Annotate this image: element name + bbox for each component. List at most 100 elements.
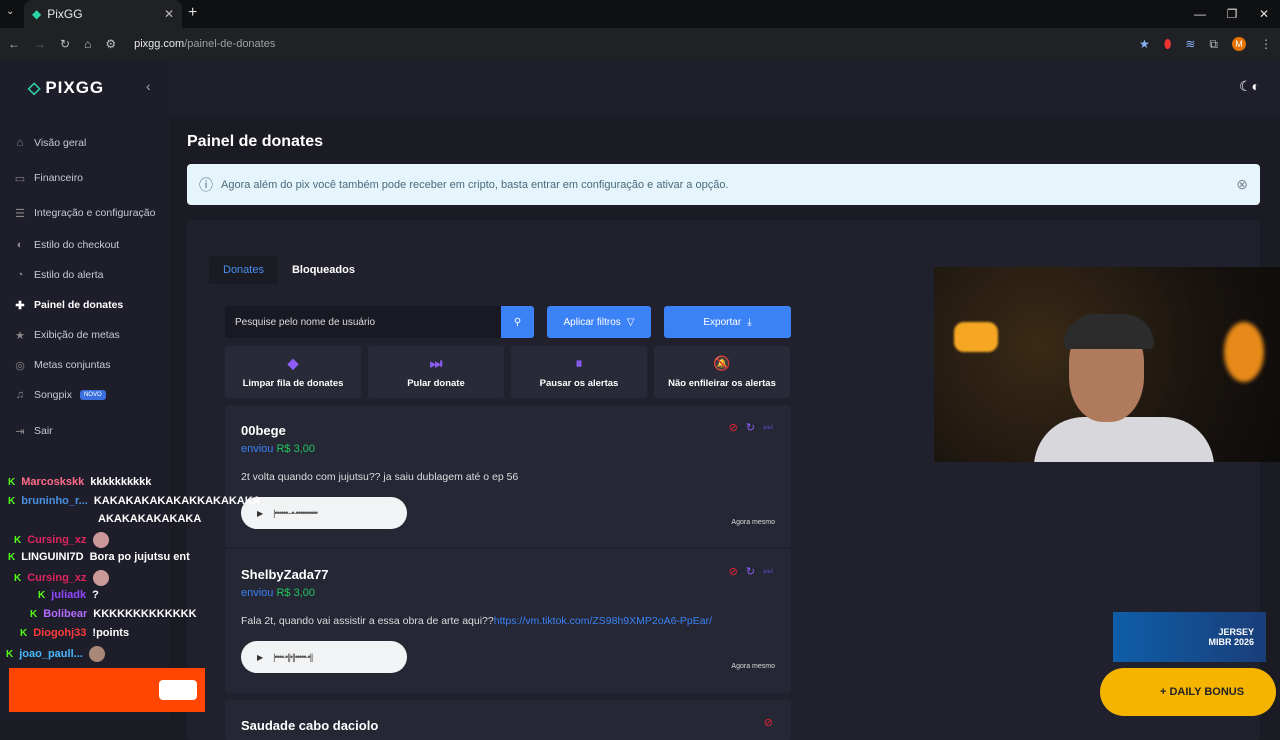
search-button[interactable]: ⚲ (501, 306, 534, 338)
skip-donate-button[interactable]: ⏭ Pular donate (368, 346, 504, 398)
donate-item: Saudade cabo daciolo ⊘ (225, 700, 791, 740)
kick-badge-icon: K (14, 572, 22, 584)
play-icon[interactable]: ▶ (257, 509, 263, 518)
search-input[interactable]: Pesquise pelo nome de usuário (225, 306, 501, 338)
music-icon: ♫ (15, 389, 25, 401)
site-info-icon[interactable]: ⚙ (105, 37, 116, 51)
tab-bloqueados[interactable]: Bloqueados (278, 256, 369, 284)
chat-user: joao_paull... (19, 648, 83, 660)
skip-small-icon[interactable]: ⏭ (763, 565, 773, 578)
home-browser-icon[interactable]: ⌂ (84, 37, 91, 51)
no-queue-alerts-button[interactable]: 🔕 Não enfileirar os alertas (654, 346, 790, 398)
extension-wave-icon[interactable]: ≋ (1185, 37, 1195, 51)
replay-icon[interactable]: ↻ (746, 565, 755, 578)
info-alert: ⓘ Agora além do pix você também pode rec… (187, 164, 1260, 205)
clear-queue-button[interactable]: ◆ Limpar fila de donates (225, 346, 361, 398)
action-label: Limpar fila de donates (242, 378, 344, 389)
chat-message: Kjoao_paull... (6, 646, 105, 662)
sidebar-item-painel-donates[interactable]: ✚ Painel de donates (14, 290, 164, 320)
filter-icon: ▽ (626, 316, 635, 328)
block-icon[interactable]: ⊘ (729, 421, 738, 434)
donate-amount-line: enviou R$ 3,00 (241, 443, 315, 455)
emote-icon (92, 532, 109, 548)
forward-icon[interactable]: → (34, 37, 46, 51)
sidebar-item-visao-geral[interactable]: ⌂ Visão geral (14, 128, 164, 158)
download-icon: ⤓ (747, 316, 752, 328)
theme-toggle-icon[interactable]: ☾◐ (1239, 78, 1260, 95)
replay-icon[interactable]: ↻ (746, 421, 755, 434)
audio-player[interactable]: ▶ |••••••--•-•••••••••• (241, 497, 407, 529)
emote-icon (92, 570, 109, 586)
block-icon[interactable]: ⊘ (729, 565, 738, 578)
sidebar-item-financeiro[interactable]: ▭ Financeiro (14, 163, 164, 193)
eraser-icon: ◆ (287, 355, 299, 371)
bell-icon: ◔ (16, 269, 24, 281)
donate-actions: ⊘ (764, 716, 773, 729)
info-icon: ⓘ (199, 176, 213, 193)
streamer-cap (1064, 314, 1154, 349)
jersey-line1: JERSEY (1218, 627, 1254, 637)
close-window-icon[interactable]: ✕ (1248, 7, 1280, 21)
sidebar-item-label: Estilo do alerta (34, 269, 104, 281)
chat-message: K Cursing_xz (14, 532, 109, 548)
new-tab-icon[interactable]: + (188, 4, 197, 22)
collapse-sidebar-icon[interactable]: ‹ (146, 78, 151, 94)
back-icon[interactable]: ← (8, 37, 20, 51)
skip-icon: ⏭ (429, 355, 443, 371)
sidebar-item-metas-conjuntas[interactable]: ◎ Metas conjuntas (14, 350, 164, 380)
block-icon[interactable]: ⊘ (764, 716, 773, 729)
chat-text: ? (92, 589, 99, 601)
minimize-icon[interactable]: — (1184, 7, 1216, 21)
pause-alerts-button[interactable]: ⏸ Pausar os alertas (511, 346, 647, 398)
donate-time: Agora mesmo (731, 519, 775, 526)
sidebar-item-label: Sair (34, 425, 53, 437)
url-field[interactable]: pixgg.com/painel-de-donates (134, 38, 275, 50)
bonus-text: + DAILY BONUS (1160, 686, 1245, 698)
menu-dots-icon[interactable]: ⋮ (1260, 37, 1272, 51)
donate-icon: ✚ (15, 299, 25, 312)
chat-user: Diogohj33 (33, 627, 87, 639)
browser-tab[interactable]: ◆ PixGG ✕ (24, 0, 182, 28)
logo-mark-icon: ◇ (28, 80, 42, 97)
message-link[interactable]: https://vm.tiktok.com/ZS98h9XMP2oA6-PpEa… (494, 615, 712, 627)
sidebar-item-integracao[interactable]: ☰ Integração e configuração (14, 198, 164, 228)
sidebar-item-label: Estilo do checkout (34, 239, 120, 251)
reload-icon[interactable]: ↻ (60, 37, 70, 51)
action-label: Pausar os alertas (539, 378, 619, 389)
close-icon[interactable]: ✕ (164, 7, 174, 21)
pixgg-logo[interactable]: ◇ PIXGG (28, 78, 104, 98)
bookmark-star-icon[interactable]: ★ (1139, 37, 1150, 51)
tab-donates[interactable]: Donates (209, 256, 278, 284)
chat-message: K LINGUINI7D Bora po jujutsu ent (8, 551, 190, 563)
address-bar: ← → ↻ ⌂ ⚙ pixgg.com/painel-de-donates ★ … (0, 28, 1280, 60)
extensions-puzzle-icon[interactable]: ⧉ (1209, 37, 1218, 52)
profile-avatar[interactable]: M (1232, 37, 1246, 51)
export-button[interactable]: Exportar ⤓ (664, 306, 791, 338)
sidebar-item-exibicao-metas[interactable]: ★ Exibição de metas (14, 320, 164, 350)
chat-text: AKAKAKAKAKAKA (98, 513, 202, 525)
tab-list-chevron-icon[interactable]: ⌄ (6, 6, 14, 17)
chat-text: KAKAKAKAKAKAKKAKAKAKA (93, 495, 261, 507)
lamp-left (954, 322, 998, 352)
donate-message: 2t volta quando com jujutsu?? ja saiu du… (241, 471, 519, 483)
sidebar-item-estilo-alerta[interactable]: ◔ Estilo do alerta (14, 260, 164, 290)
chat-user: Marcoskskk (21, 476, 85, 488)
apply-filters-button[interactable]: Aplicar filtros ▽ (547, 306, 651, 338)
logout-icon: ⇥ (15, 425, 25, 438)
restore-icon[interactable]: ❐ (1216, 7, 1248, 21)
play-icon[interactable]: ▶ (257, 653, 263, 662)
sidebar-item-estilo-checkout[interactable]: ◐ Estilo do checkout (14, 230, 164, 260)
extension-red-icon[interactable]: ⬮ (1164, 37, 1172, 52)
emote-icon (88, 646, 105, 662)
star-icon: ★ (15, 329, 25, 342)
close-alert-icon[interactable]: ⊗ (1236, 176, 1248, 193)
chat-message: Kbruninho_r... KAKAKAKAKAKAKKAKAKAKA (8, 495, 261, 507)
chat-message: K Cursing_xz (14, 570, 109, 586)
audio-player[interactable]: ▶ |••••-•||•||•••••-•|| (241, 641, 407, 673)
skip-small-icon[interactable]: ⏭ (763, 421, 773, 434)
chat-message: Kjuliadk? (38, 589, 99, 601)
stream-chat: K Marcoskskk kkkkkkkkkk Kbruninho_r... KAKA… (0, 470, 261, 665)
sidebar-item-sair[interactable]: ⇥ Sair (14, 416, 164, 446)
kick-badge-icon: K (8, 551, 16, 563)
sidebar-item-songpix[interactable]: ♫ Songpix NOVO (14, 380, 164, 410)
